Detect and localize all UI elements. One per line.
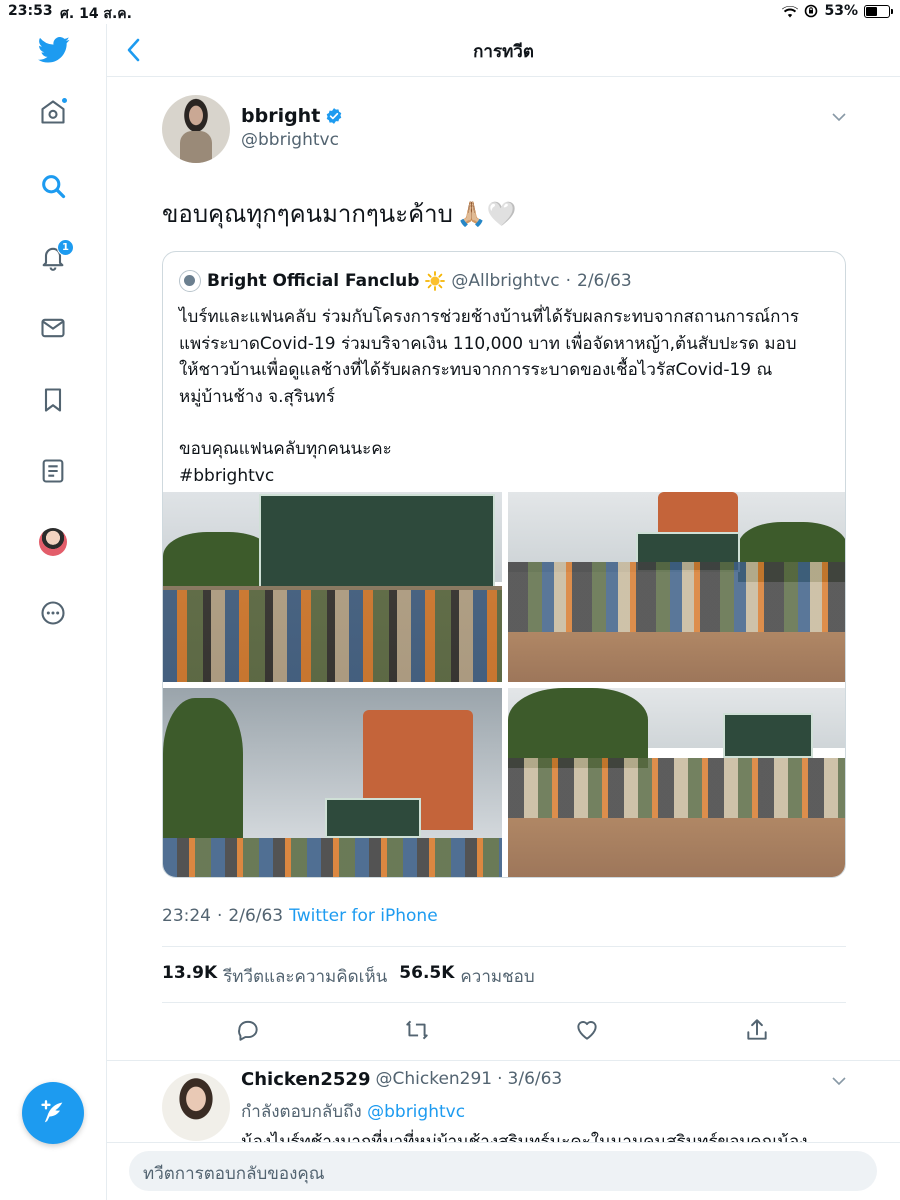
notification-badge: 1 <box>57 239 74 256</box>
likes-label[interactable]: ความชอบ <box>460 963 534 990</box>
verified-badge-icon <box>327 108 342 124</box>
status-date: ศ. 14 ส.ค. <box>60 6 132 22</box>
author-name: bbright <box>241 105 321 127</box>
reply-author-handle: @Chicken291 <box>375 1069 493 1089</box>
share-icon[interactable] <box>744 1017 770 1043</box>
author-name-row[interactable]: bbright <box>241 105 343 127</box>
twitter-logo-icon[interactable] <box>38 36 70 64</box>
sidebar-item-profile[interactable] <box>35 524 71 560</box>
quoted-date: 2/6/63 <box>577 271 632 291</box>
sidebar: 1 <box>0 24 107 1200</box>
photo-grid <box>163 492 845 877</box>
quoted-hashtag: #bbrightvc <box>179 465 275 486</box>
battery-icon <box>864 4 893 18</box>
quoted-text-line: แพร่ระบาดCovid-19 ร่วมบริจาคเงิน 110,000… <box>179 333 797 354</box>
search-icon <box>42 175 66 199</box>
quoted-tweet[interactable]: Bright Official Fanclub @Allbrightvc · 2… <box>162 251 846 878</box>
quoted-tweet-header: Bright Official Fanclub @Allbrightvc · 2… <box>179 270 632 292</box>
tweet-meta: 23:24 · 2/6/63 Twitter for iPhone <box>162 906 438 926</box>
replying-to: กำลังตอบกลับถึง @bbrightvc <box>241 1098 465 1125</box>
reply-separator: · <box>497 1069 503 1089</box>
quoted-text-line: หมู่บ้านช้าง จ.สุรินทร์ <box>179 386 335 407</box>
reply-compose-bar: ทวีตการตอบกลับของคุณ <box>107 1142 900 1200</box>
photo-1[interactable] <box>163 492 502 682</box>
reply-author-name: Chicken2529 <box>241 1069 371 1090</box>
header: การทวีต <box>107 24 900 77</box>
quoted-name: Bright Official Fanclub <box>207 271 420 291</box>
bookmark-icon <box>44 388 62 412</box>
reply-input[interactable]: ทวีตการตอบกลับของคุณ <box>129 1151 877 1191</box>
reply-date: 3/6/63 <box>507 1069 563 1089</box>
divider <box>107 1060 900 1061</box>
rotation-lock-icon <box>805 4 818 18</box>
reply-avatar[interactable] <box>162 1073 230 1141</box>
reply-icon[interactable] <box>235 1017 261 1043</box>
like-heart-icon[interactable] <box>574 1017 600 1043</box>
divider <box>162 1002 846 1003</box>
likes-count[interactable]: 56.5K <box>399 963 454 990</box>
sidebar-item-messages[interactable] <box>35 310 71 346</box>
photo-3[interactable] <box>163 688 502 877</box>
tweet-text-body: ขอบคุณทุกๆคนมากๆนะค้าบ <box>162 200 453 228</box>
battery-percent: 53% <box>824 3 858 19</box>
feather-plus-icon <box>41 1100 63 1123</box>
tweet-date-separator: · <box>217 906 223 926</box>
retweets-count[interactable]: 13.9K <box>162 963 217 990</box>
quoted-text-line: ไบร์ทและแฟนคลับ ร่วมกับโครงการช่วยช้างบ้… <box>179 307 800 327</box>
quoted-handle: @Allbrightvc <box>451 271 560 291</box>
sun-emoji-icon <box>425 271 446 291</box>
sidebar-item-home[interactable] <box>35 94 71 130</box>
home-new-dot <box>61 97 68 104</box>
more-icon <box>41 601 65 625</box>
status-time: 23:53 <box>8 3 53 19</box>
tweet-date: 2/6/63 <box>228 906 284 926</box>
chevron-down-icon[interactable] <box>831 109 847 125</box>
mail-icon <box>41 318 65 338</box>
replying-to-prefix: กำลังตอบกลับถึง <box>241 1102 362 1122</box>
wifi-icon <box>782 5 799 18</box>
quoted-separator: · <box>565 271 572 291</box>
tweet-actions <box>162 1017 846 1047</box>
reply-author-row[interactable]: Chicken2529 @Chicken291 · 3/6/63 <box>241 1069 562 1090</box>
quoted-text-line: ให้ชาวบ้านเพื่อดูแลช้างที่ได้รับผลกระทบจ… <box>179 360 773 380</box>
tweet-stats: 13.9K รีทวีตและความคิดเห็น 56.5K ความชอบ <box>162 963 535 990</box>
status-right: 53% <box>782 3 893 19</box>
sidebar-item-lists[interactable] <box>35 453 71 489</box>
quoted-text-line: ขอบคุณแฟนคลับทุกคนนะคะ <box>179 439 392 459</box>
chevron-down-icon[interactable] <box>831 1073 847 1089</box>
status-bar: 23:53 ศ. 14 ส.ค. 53% <box>0 0 900 24</box>
tweet-text: ขอบคุณทุกๆคนมากๆนะค้าบ 🙏🏼🤍 <box>162 194 517 233</box>
sidebar-item-bookmarks[interactable] <box>35 382 71 418</box>
photo-2[interactable] <box>508 492 845 682</box>
compose-tweet-button[interactable] <box>22 1082 84 1144</box>
reply-text: น้องไบร์ทช้างมากที่มาที่หมู่บ้านช้างสุริ… <box>241 1132 808 1143</box>
tweet-emoji: 🙏🏼🤍 <box>456 199 517 228</box>
photo-4[interactable] <box>508 688 845 877</box>
retweets-label[interactable]: รีทวีตและความคิดเห็น <box>223 963 387 990</box>
page-title: การทวีต <box>473 42 534 62</box>
sidebar-item-more[interactable] <box>35 595 71 631</box>
sidebar-item-notifications[interactable]: 1 <box>35 239 74 275</box>
profile-avatar <box>39 528 67 556</box>
divider <box>162 946 846 947</box>
author-avatar[interactable] <box>162 95 230 163</box>
tweet-time: 23:24 <box>162 906 211 926</box>
replying-to-handle[interactable]: @bbrightvc <box>367 1102 465 1122</box>
retweet-icon[interactable] <box>404 1017 430 1043</box>
quoted-avatar <box>179 270 201 292</box>
author-handle[interactable]: @bbrightvc <box>241 130 339 150</box>
sidebar-item-search[interactable] <box>35 168 71 204</box>
tweet-source[interactable]: Twitter for iPhone <box>289 906 438 926</box>
quoted-text: ไบร์ทและแฟนคลับ ร่วมกับโครงการช่วยช้างบ้… <box>179 304 839 489</box>
list-icon <box>42 459 64 483</box>
